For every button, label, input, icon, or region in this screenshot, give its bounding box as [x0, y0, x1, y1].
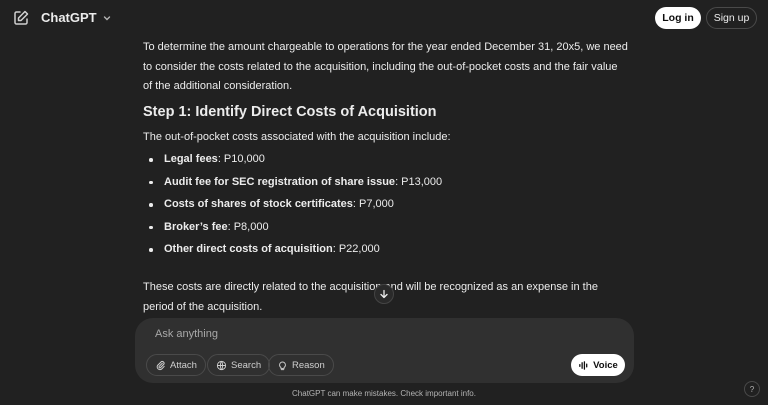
prompt-input[interactable]	[153, 327, 557, 341]
help-button[interactable]: ?	[744, 381, 760, 397]
search-label: Search	[231, 359, 262, 371]
edit-icon	[14, 10, 29, 25]
globe-icon	[216, 360, 227, 370]
brand-name: ChatGPT	[41, 10, 97, 25]
item-label: Other direct costs of acquisition	[164, 243, 333, 255]
item-label: Legal fees	[164, 153, 218, 165]
message-heading: Step 1: Identify Direct Costs of Acquisi…	[143, 104, 437, 120]
chevron-down-icon	[103, 15, 110, 20]
signup-button[interactable]: Sign up	[706, 7, 757, 29]
message-intro: The out-of-pocket costs associated with …	[143, 131, 451, 143]
item-value: : P22,000	[332, 243, 380, 255]
search-button[interactable]: Search	[207, 354, 271, 376]
waveform-icon	[579, 360, 588, 370]
reason-label: Reason	[292, 359, 325, 371]
top-bar: ChatGPT Log in Sign up	[0, 0, 768, 36]
arrow-down-icon	[380, 289, 388, 299]
message-paragraph: To determine the amount chargeable to op…	[143, 41, 628, 92]
item-value: : P10,000	[217, 153, 265, 165]
list-item: Audit fee for SEC registration of share …	[143, 175, 442, 198]
assistant-message: To determine the amount chargeable to op…	[143, 38, 628, 313]
attach-button[interactable]: Attach	[146, 354, 206, 376]
list-item: Other direct costs of acquisition: P22,0…	[143, 242, 442, 265]
list-item: Broker’s fee: P8,000	[143, 220, 442, 243]
voice-label: Voice	[593, 359, 618, 371]
scroll-to-bottom-button[interactable]	[374, 284, 394, 304]
disclaimer: ChatGPT can make mistakes. Check importa…	[292, 389, 476, 398]
reason-button[interactable]: Reason	[268, 354, 334, 376]
item-label: Costs of shares of stock certificates	[164, 198, 353, 210]
voice-button[interactable]: Voice	[571, 354, 625, 376]
cost-list: Legal fees: P10,000 Audit fee for SEC re…	[143, 152, 442, 265]
item-value: : P13,000	[395, 175, 443, 188]
model-selector[interactable]: ChatGPT	[41, 10, 112, 25]
item-label: Broker’s fee	[164, 220, 228, 233]
item-label: Audit fee for SEC registration of share …	[164, 175, 396, 188]
list-item: Legal fees: P10,000	[143, 152, 442, 175]
item-value: : P7,000	[352, 198, 394, 210]
item-value: : P8,000	[227, 220, 269, 233]
attach-label: Attach	[170, 359, 197, 371]
list-item: Costs of shares of stock certificates: P…	[143, 197, 442, 220]
login-button[interactable]: Log in	[655, 7, 701, 29]
new-chat-button[interactable]	[12, 9, 30, 27]
lightbulb-icon	[279, 361, 286, 370]
composer: Attach Search Reason Voice	[135, 318, 634, 383]
paperclip-icon	[156, 360, 165, 370]
